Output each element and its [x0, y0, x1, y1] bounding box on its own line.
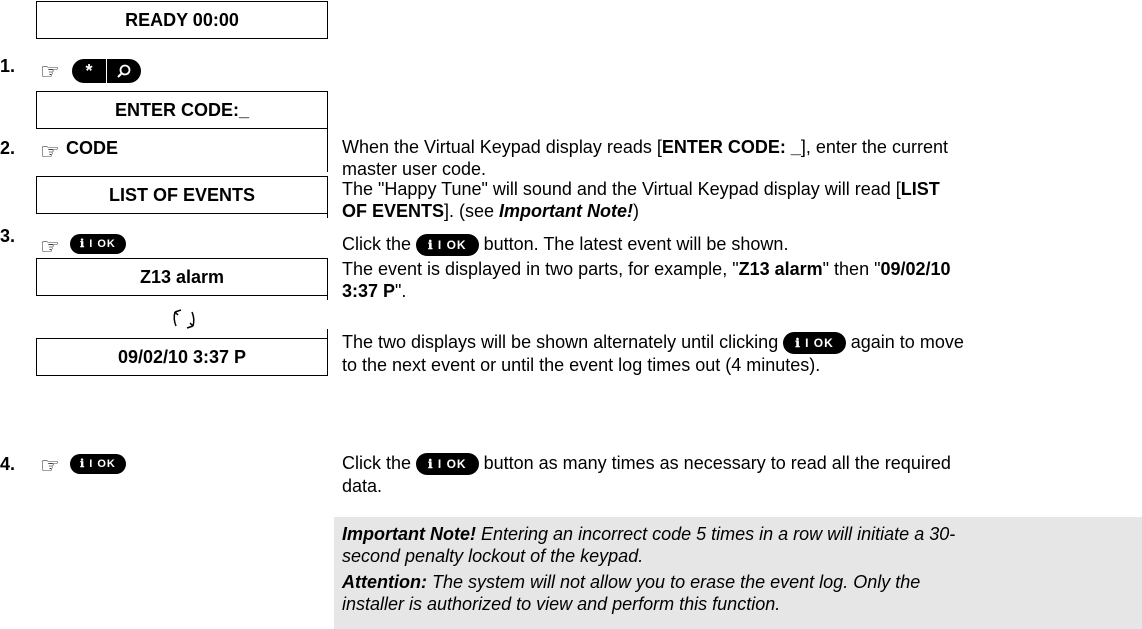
- ok-key[interactable]: ℹ I OK: [783, 332, 846, 355]
- event-text: The event is displayed in two parts, for…: [342, 259, 951, 301]
- list-events-text: The "Happy Tune" will sound and the Virt…: [342, 179, 940, 221]
- lcd-z13-alarm: Z13 alarm: [36, 258, 328, 296]
- divider-line: [327, 129, 328, 172]
- step-number-2: 2.: [0, 138, 16, 158]
- alternate-text: The two displays will be shown alternate…: [342, 332, 964, 376]
- important-note-box: Important Note! Entering an incorrect co…: [334, 517, 1142, 629]
- ok-key[interactable]: ℹ I OK: [416, 234, 479, 257]
- code-label: CODE: [66, 138, 119, 158]
- pointing-hand-icon: ☞: [40, 453, 60, 478]
- magnifier-icon: [117, 64, 131, 78]
- step4-text: Click the ℹ I OK button as many times as…: [342, 453, 951, 497]
- divider-line: [327, 296, 328, 300]
- divider-line: [327, 214, 328, 218]
- pointing-hand-icon: ☞: [40, 139, 60, 164]
- step-number-3: 3.: [0, 226, 16, 246]
- divider-line: [327, 329, 328, 376]
- attention-note: Attention: The system will not allow you…: [342, 572, 921, 614]
- ok-key[interactable]: ℹ I OK: [70, 234, 126, 254]
- alternate-display-icon: [173, 309, 195, 329]
- lcd-enter-code: ENTER CODE:_: [36, 91, 328, 129]
- star-key[interactable]: *: [72, 59, 107, 83]
- lcd-list-of-events: LIST OF EVENTS: [36, 176, 328, 214]
- important-note: Important Note! Entering an incorrect co…: [342, 524, 956, 566]
- step2-text: When the Virtual Keypad display reads [E…: [342, 137, 948, 179]
- step3-text: Click the ℹ I OK button. The latest even…: [342, 233, 1132, 257]
- pointing-hand-icon: ☞: [40, 234, 60, 259]
- star-search-key[interactable]: *: [72, 59, 141, 83]
- step-number-4: 4.: [0, 454, 16, 474]
- ok-key[interactable]: ℹ I OK: [70, 454, 126, 474]
- ok-key[interactable]: ℹ I OK: [416, 453, 479, 476]
- pointing-hand-icon: ☞: [40, 59, 60, 84]
- step-number-1: 1.: [0, 56, 16, 76]
- search-key[interactable]: [107, 59, 141, 83]
- lcd-date: 09/02/10 3:37 P: [36, 338, 328, 376]
- lcd-ready: READY 00:00: [36, 1, 328, 39]
